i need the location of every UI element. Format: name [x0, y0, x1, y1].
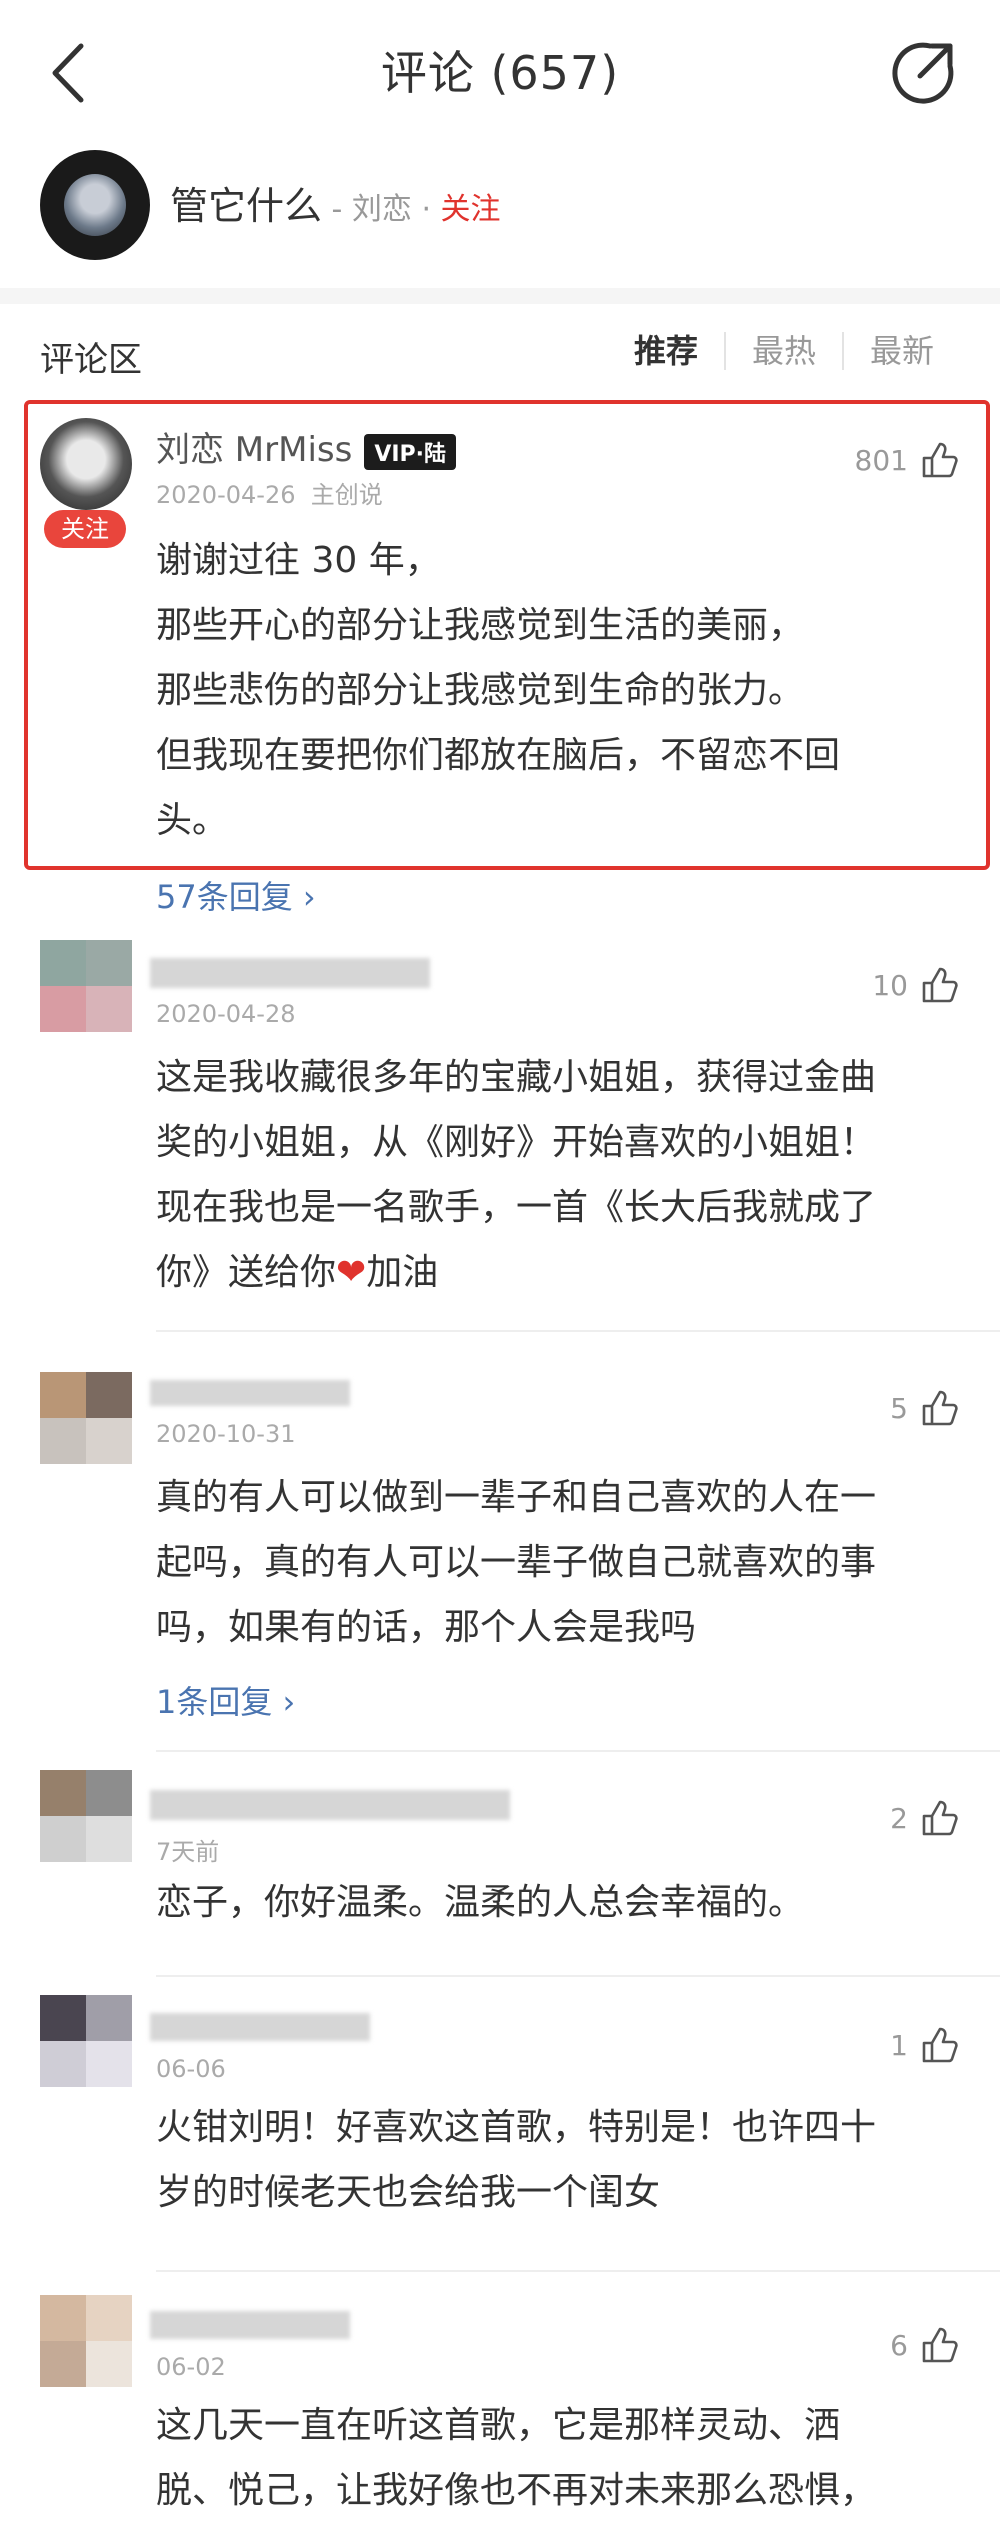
comment-text: 火钳刘明！好喜欢这首歌，特别是！也许四十 岁的时候老天也会给我一个闺女	[156, 2095, 966, 2225]
comment-line: 你》送给你❤加油	[156, 1252, 439, 1293]
section-title: 评论区	[40, 340, 142, 380]
like-control[interactable]: 801	[855, 440, 960, 480]
follow-artist-button[interactable]: 关注	[441, 192, 501, 227]
replies-link[interactable]: 1条回复 ›	[156, 1677, 295, 1723]
song-title-line: 管它什么 - 刘恋 · 关注	[170, 178, 501, 238]
divider	[156, 1750, 1000, 1752]
comment-line: 真的有人可以做到一辈子和自己喜欢的人在一	[156, 1477, 877, 1518]
comment-date: 2020-10-31	[156, 1420, 296, 1448]
username[interactable]: 刘恋 MrMiss	[156, 430, 352, 470]
like-control[interactable]: 1	[890, 2025, 960, 2065]
comment-date: 2020-04-28	[156, 1000, 296, 1028]
creator-label: 主创说	[310, 481, 383, 509]
thumbs-up-icon[interactable]	[920, 965, 960, 1005]
comment-line: 谢谢过往 30 年，	[156, 540, 441, 581]
comment-item: 刘恋 MrMiss VIP·陆 2020-04-26 主创说 801 谢谢过往 3…	[0, 400, 1000, 920]
comment-line: 那些开心的部分让我感觉到生活的美丽，	[156, 605, 805, 646]
thumbs-up-icon[interactable]	[920, 440, 960, 480]
like-control[interactable]: 5	[890, 1388, 960, 1428]
top-bar: 评论 (657)	[0, 0, 1000, 140]
comment-item: 2020-10-31 5 真的有人可以做到一辈子和自己喜欢的人在一 起吗，真的有…	[0, 1350, 1000, 1752]
avatar[interactable]	[40, 1372, 132, 1464]
divider	[156, 1975, 1000, 1977]
like-count: 10	[872, 968, 908, 1002]
blurred-username	[150, 2311, 350, 2339]
song-artist: - 刘恋 ·	[322, 192, 441, 227]
blurred-username	[150, 2013, 370, 2041]
like-control[interactable]: 6	[890, 2325, 960, 2365]
avatar[interactable]	[40, 940, 132, 1032]
comment-line: 但我现在要把你们都放在脑后，不留恋不回	[156, 735, 841, 776]
like-control[interactable]: 10	[872, 965, 960, 1005]
sort-tabs: 推荐 最热 最新	[608, 332, 960, 370]
comment-section-header: 评论区 推荐 最热 最新	[0, 320, 1000, 390]
thumbs-up-icon[interactable]	[920, 1388, 960, 1428]
comment-text: 谢谢过往 30 年， 那些开心的部分让我感觉到生活的美丽， 那些悲伤的部分让我感…	[156, 528, 966, 853]
page-title: 评论 (657)	[380, 46, 620, 100]
comment-item: 2020-04-28 10 这是我收藏很多年的宝藏小姐姐，获得过金曲 奖的小姐姐…	[0, 940, 1000, 1332]
song-info-bar[interactable]: 管它什么 - 刘恋 · 关注	[0, 150, 1000, 270]
like-count: 2	[890, 1801, 908, 1835]
like-control[interactable]: 2	[890, 1798, 960, 1838]
comment-meta: 2020-04-26 主创说	[156, 475, 383, 510]
like-count: 5	[890, 1391, 908, 1425]
blurred-username	[150, 958, 430, 988]
comment-item: 06-06 1 火钳刘明！好喜欢这首歌，特别是！也许四十 岁的时候老天也会给我一…	[0, 1995, 1000, 2272]
comment-line: 吗，如果有的话，那个人会是我吗	[156, 1607, 697, 1648]
comment-username[interactable]: 刘恋 MrMiss VIP·陆	[156, 422, 457, 471]
like-count: 801	[854, 443, 908, 477]
comment-text: 这是我收藏很多年的宝藏小姐姐，获得过金曲 奖的小姐姐，从《刚好》开始喜欢的小姐姐…	[156, 1045, 966, 1305]
avatar[interactable]	[40, 418, 132, 510]
song-cover-image[interactable]	[40, 150, 150, 260]
avatar[interactable]	[40, 1995, 132, 2087]
divider	[156, 2270, 1000, 2272]
comment-line: 岁的时候老天也会给我一个闺女	[156, 2172, 661, 2213]
comment-line: 这是我收藏很多年的宝藏小姐姐，获得过金曲	[156, 1057, 877, 1098]
comment-line: 头。	[156, 800, 229, 841]
section-separator	[0, 288, 1000, 304]
vip-badge: VIP·陆	[364, 433, 457, 470]
comment-line: 火钳刘明！好喜欢这首歌，特别是！也许四十	[156, 2107, 877, 2148]
comment-text: 真的有人可以做到一辈子和自己喜欢的人在一 起吗，真的有人可以一辈子做自己就喜欢的…	[156, 1465, 966, 1660]
comment-line: 那些悲伤的部分让我感觉到生命的张力。	[156, 670, 805, 711]
like-count: 6	[890, 2328, 908, 2362]
divider	[156, 1330, 1000, 1332]
comment-line: 现在我也是一名歌手，一首《长大后我就成了	[156, 1187, 877, 1228]
comment-date: 06-02	[156, 2353, 226, 2381]
comment-item: 7天前 2 恋子，你好温柔。温柔的人总会幸福的。	[0, 1770, 1000, 1977]
tab-recommended[interactable]: 推荐	[608, 332, 724, 370]
song-title: 管它什么	[170, 184, 323, 228]
comment-line: 奖的小姐姐，从《刚好》开始喜欢的小姐姐！	[156, 1122, 877, 1163]
comment-text: 这几天一直在听这首歌，它是那样灵动、洒 脱、悦己，让我好像也不再对未来那么恐惧，	[156, 2393, 966, 2523]
replies-link[interactable]: 57条回复 ›	[156, 872, 316, 918]
comment-line: 这几天一直在听这首歌，它是那样灵动、洒	[156, 2405, 841, 2446]
comment-date: 7天前	[156, 1838, 220, 1866]
tab-newest[interactable]: 最新	[841, 332, 960, 370]
comment-date: 06-06	[156, 2055, 226, 2083]
tab-hottest[interactable]: 最热	[723, 332, 842, 370]
blurred-username	[150, 1790, 510, 1820]
comment-date: 2020-04-26	[156, 481, 296, 509]
share-icon[interactable]	[890, 40, 956, 106]
avatar[interactable]	[40, 1770, 132, 1862]
thumbs-up-icon[interactable]	[920, 2325, 960, 2365]
follow-user-button[interactable]: 关注	[44, 510, 126, 548]
comment-line: 脱、悦己，让我好像也不再对未来那么恐惧，	[156, 2470, 877, 2511]
blurred-username	[150, 1380, 350, 1406]
avatar[interactable]	[40, 2295, 132, 2387]
thumbs-up-icon[interactable]	[920, 2025, 960, 2065]
comment-line: 恋子，你好温柔。温柔的人总会幸福的。	[156, 1882, 805, 1923]
comment-text: 恋子，你好温柔。温柔的人总会幸福的。	[156, 1870, 966, 1935]
comment-line: 起吗，真的有人可以一辈子做自己就喜欢的事	[156, 1542, 877, 1583]
like-count: 1	[890, 2028, 908, 2062]
heart-emoji-icon: ❤	[336, 1252, 367, 1293]
thumbs-up-icon[interactable]	[920, 1798, 960, 1838]
comment-item: 06-02 6 这几天一直在听这首歌，它是那样灵动、洒 脱、悦己，让我好像也不再…	[0, 2295, 1000, 2525]
